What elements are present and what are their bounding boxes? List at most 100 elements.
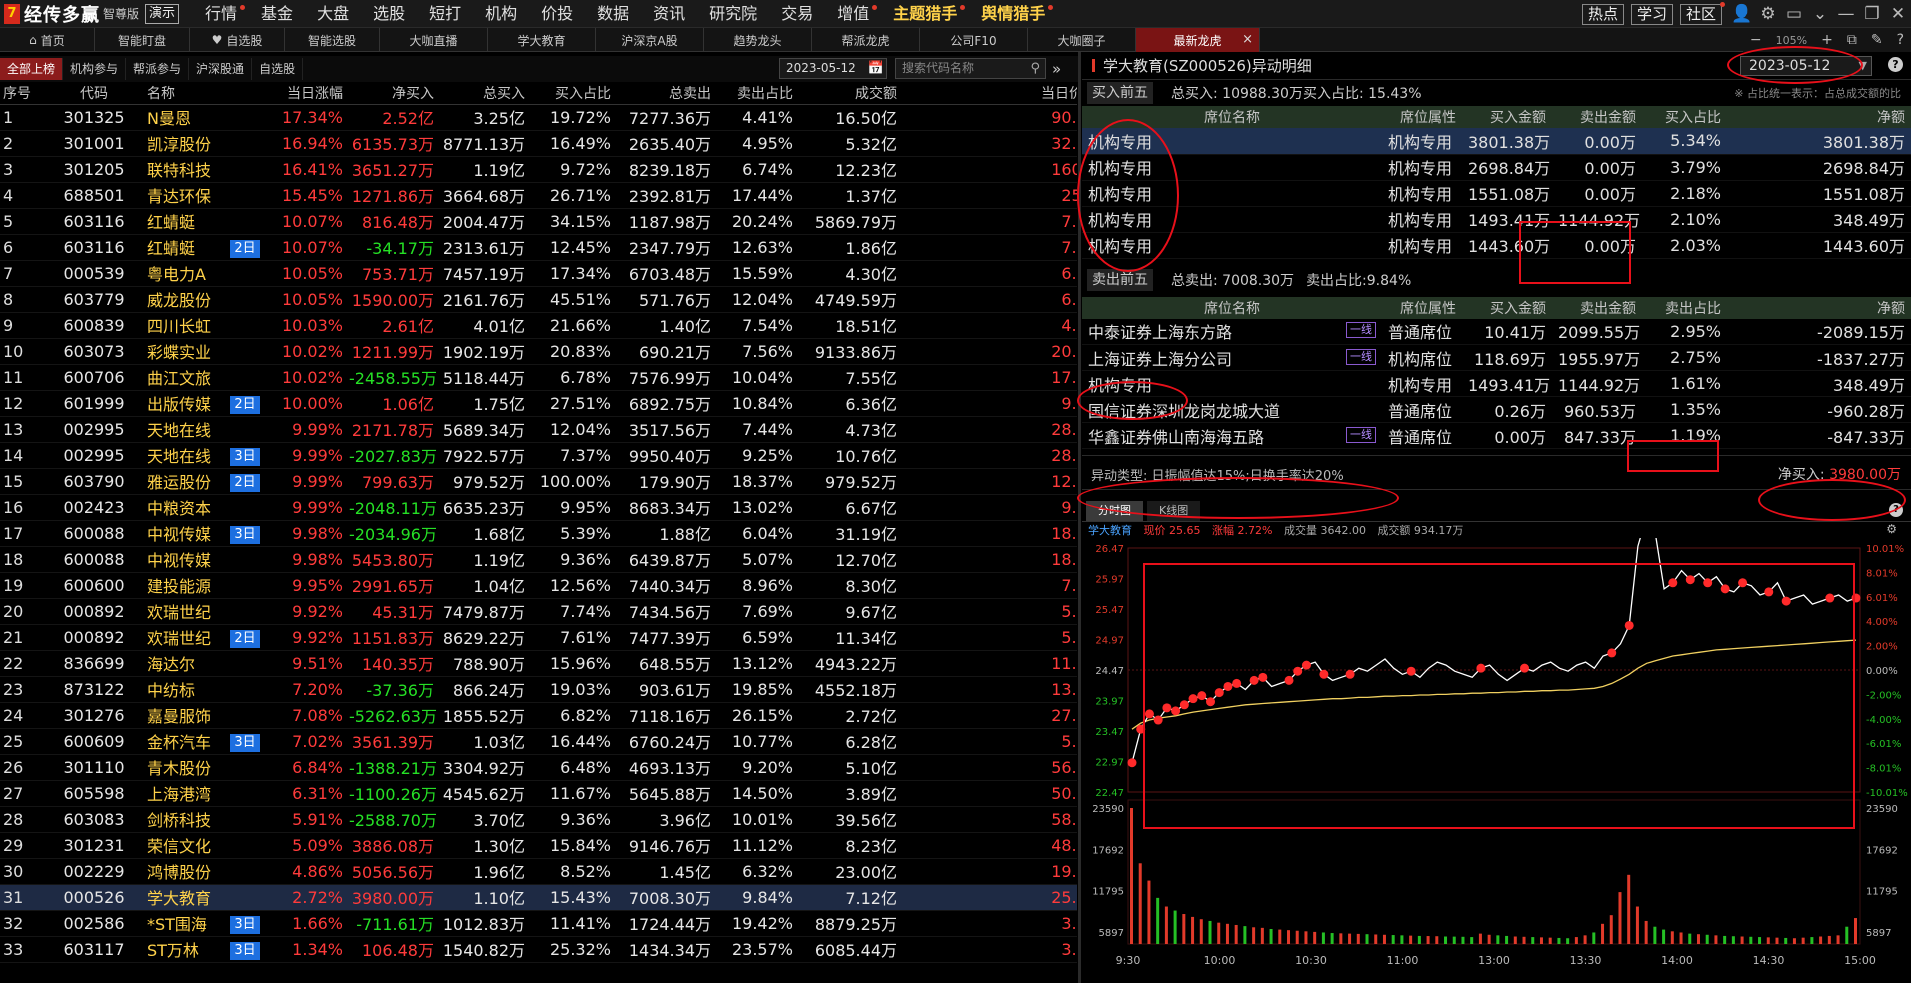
menu-item-12[interactable]: 主题猎手	[881, 0, 969, 28]
column-header-11[interactable]: 当日价格	[900, 82, 1077, 105]
table-row[interactable]: 7 000539 粤电力A 10.05% 753.71万 7457.19万 17.34% 67…	[0, 260, 1077, 287]
tab-kline[interactable]: K线图	[1147, 501, 1201, 521]
table-row[interactable]: 31 000526 学大教育 2.72% 3980.00万 1.10亿 15.43% 7008…	[0, 884, 1077, 911]
table-row[interactable]: 18 600088 中视传媒 9.98% 5453.80万 1.19亿 9.36% 6439.…	[0, 546, 1077, 573]
panel-splitter[interactable]	[1078, 52, 1081, 983]
filter-button-2[interactable]: 帮派参与	[126, 58, 190, 80]
menu-item-10[interactable]: 交易	[769, 0, 825, 28]
tab-3[interactable]: 智能选股	[285, 28, 380, 52]
table-row[interactable]: 24 301276 嘉曼服饰 7.08% -5262.63万 1855.52万 6.82% 7…	[0, 702, 1077, 729]
menu-item-3[interactable]: 选股	[361, 0, 417, 28]
menu-item-4[interactable]: 短打	[417, 0, 473, 28]
sell-seat-row[interactable]: 华鑫证券佛山南海海五路 一线 普通席位 0.00万 847.33万 1.19% -847.3…	[1082, 422, 1911, 449]
tab-intraday[interactable]: 分时图	[1086, 501, 1143, 521]
quick-button-0[interactable]: 热点	[1581, 3, 1624, 25]
buy-seat-row[interactable]: 机构专用 机构专用 1551.08万 0.00万 2.18% 1551.08万	[1082, 180, 1911, 207]
table-row[interactable]: 22 836699 海达尔 9.51% 140.35万 788.90万 15.96% 648.…	[0, 650, 1077, 677]
menu-item-11[interactable]: 增值	[825, 0, 881, 28]
menu-item-8[interactable]: 资讯	[641, 0, 697, 28]
column-header-7[interactable]: 买入占比	[528, 82, 614, 105]
sell-seat-row[interactable]: 国信证券深圳龙岗龙城大道 普通席位 0.26万 960.53万 1.35% -960.28…	[1082, 396, 1911, 423]
app-logo[interactable]: 7 经传多赢 智尊版 演示	[0, 0, 183, 28]
table-row[interactable]: 26 301110 青木股份 6.84% -1388.21万 3304.92万 6.48% 4…	[0, 754, 1077, 781]
column-header-10[interactable]: 成交额	[796, 82, 900, 105]
table-row[interactable]: 5 603116 红蜻蜓 10.07% 816.48万 2004.47万 34.15% 118…	[0, 208, 1077, 235]
column-header-0[interactable]: 序号	[0, 82, 44, 105]
table-row[interactable]: 6 603116 红蜻蜓 2日 10.07% -34.17万 2313.61万 12.45% 2…	[0, 234, 1077, 261]
user-icon[interactable]: 👤	[1729, 0, 1755, 28]
popout-icon[interactable]: ⧉	[1847, 32, 1857, 48]
calendar-icon[interactable]: 📅	[868, 59, 884, 78]
table-row[interactable]: 1 301325 N曼恩 17.34% 2.52亿 3.25亿 19.72% 7277.36万…	[0, 104, 1077, 131]
sell-seat-row[interactable]: 上海证券上海分公司 一线 机构席位 118.69万 1955.97万 2.75% -1837…	[1082, 344, 1911, 371]
filter-button-0[interactable]: 全部上榜	[0, 58, 64, 80]
menu-item-5[interactable]: 机构	[473, 0, 529, 28]
table-row[interactable]: 8 603779 威龙股份 10.05% 1590.00万 2161.76万 45.51% 5…	[0, 286, 1077, 313]
column-header-5[interactable]: 净买入	[346, 82, 437, 105]
sell-seat-row[interactable]: 机构专用 机构专用 1493.41万 1144.92万 1.61% 348.49万	[1082, 370, 1911, 397]
zoom-in-icon[interactable]: +	[1821, 32, 1833, 48]
table-row[interactable]: 9 600839 四川长虹 10.03% 2.61亿 4.01亿 21.66% 1.40亿 7.…	[0, 312, 1077, 339]
quick-button-2[interactable]: 社区	[1679, 1, 1725, 25]
table-row[interactable]: 32 002586 *ST围海 3日 1.66% -711.61万 1012.83万 11.4…	[0, 910, 1077, 937]
table-row[interactable]: 13 002995 天地在线 9.99% 2171.78万 5689.34万 12.04% 3…	[0, 416, 1077, 443]
column-header-6[interactable]: 总买入	[437, 82, 528, 105]
column-header-8[interactable]: 总卖出	[614, 82, 714, 105]
column-header-1[interactable]: 代码	[44, 82, 144, 105]
tab-10[interactable]: 大咖圈子	[1028, 28, 1136, 52]
table-row[interactable]: 21 000892 欢瑞世纪 2日 9.92% 1151.83万 8629.22万 7.61%…	[0, 624, 1077, 651]
buy-seat-row[interactable]: 机构专用 机构专用 1443.60万 0.00万 2.03% 1443.60万	[1082, 232, 1911, 259]
expand-icon[interactable]: »	[1052, 56, 1061, 82]
restore-icon[interactable]: ❐	[1859, 0, 1885, 28]
menu-item-0[interactable]: 行情	[193, 0, 249, 28]
column-header-4[interactable]: 当日涨幅	[264, 82, 346, 105]
window-layout-icon[interactable]: ▭	[1781, 0, 1807, 28]
tab-8[interactable]: 帮派龙虎	[812, 28, 920, 52]
table-row[interactable]: 17 600088 中视传媒 3日 9.98% -2034.96万 1.68亿 5.39% 1.…	[0, 520, 1077, 547]
filter-button-4[interactable]: 自选股	[252, 58, 304, 80]
pin-icon[interactable]: ✎	[1871, 32, 1883, 48]
detail-date-picker[interactable]: 2023-05-12 ▼	[1740, 56, 1872, 76]
menu-item-7[interactable]: 数据	[585, 0, 641, 28]
demo-badge[interactable]: 演示	[145, 3, 180, 24]
minimize-icon[interactable]: —	[1833, 0, 1859, 28]
menu-item-6[interactable]: 价投	[529, 0, 585, 28]
tab-0[interactable]: ⌂ 首页	[0, 28, 95, 52]
tab-2[interactable]: ♥ 自选股	[190, 28, 285, 52]
menu-item-1[interactable]: 基金	[249, 0, 305, 28]
table-row[interactable]: 29 301231 荣信文化 5.09% 3886.08万 1.30亿 15.84% 9146…	[0, 832, 1077, 859]
list-date-picker[interactable]: 2023-05-12 📅	[779, 58, 887, 79]
table-row[interactable]: 2 301001 凯淳股份 16.94% 6135.73万 8771.13万 16.49% 2…	[0, 130, 1077, 157]
chevron-down-icon[interactable]: ⌄	[1807, 0, 1833, 28]
chevron-down-icon[interactable]: ▼	[1859, 57, 1867, 75]
close-icon[interactable]: ✕	[1885, 0, 1911, 28]
table-row[interactable]: 11 600706 曲江文旅 10.02% -2458.55万 5118.44万 6.78%…	[0, 364, 1077, 391]
close-tab-icon[interactable]: ×	[1242, 32, 1253, 47]
tab-1[interactable]: 智能盯盘	[95, 28, 190, 52]
column-header-3[interactable]	[226, 82, 264, 105]
intraday-chart[interactable]: 26.47 25.97 25.47 24.97 24.47 23.97 23.47 22.97…	[1082, 538, 1911, 968]
tab-4[interactable]: 大咖直播	[380, 28, 488, 52]
menu-item-9[interactable]: 研究院	[697, 0, 769, 28]
help-icon[interactable]: ?	[1889, 503, 1903, 517]
gear-icon[interactable]: ⚙	[1755, 0, 1781, 28]
table-row[interactable]: 14 002995 天地在线 3日 9.99% -2027.83万 7922.57万 7.37…	[0, 442, 1077, 469]
search-input[interactable]: 搜索代码名称 ⚲	[895, 58, 1046, 79]
table-row[interactable]: 10 603073 彩蝶实业 10.02% 1211.99万 1902.19万 20.83%…	[0, 338, 1077, 365]
table-row[interactable]: 25 600609 金杯汽车 3日 7.02% 3561.39万 1.03亿 16.44% 67…	[0, 728, 1077, 755]
column-header-9[interactable]: 卖出占比	[714, 82, 796, 105]
table-row[interactable]: 15 603790 雅运股份 2日 9.99% 799.63万 979.52万 100.00%…	[0, 468, 1077, 495]
zoom-out-icon[interactable]: −	[1750, 32, 1762, 48]
tab-9[interactable]: 公司F10	[920, 28, 1028, 52]
filter-button-1[interactable]: 机构参与	[63, 58, 127, 80]
table-row[interactable]: 3 301205 联特科技 16.41% 3651.27万 1.19亿 9.72% 8239.…	[0, 156, 1077, 183]
tab-7[interactable]: 趋势龙头	[704, 28, 812, 52]
help-icon[interactable]: ?	[1888, 57, 1903, 72]
column-header-2[interactable]: 名称	[144, 82, 226, 105]
table-row[interactable]: 27 605598 上海港湾 6.31% -1100.26万 4545.62万 11.67%…	[0, 780, 1077, 807]
table-row[interactable]: 20 000892 欢瑞世纪 9.92% 45.31万 7479.87万 7.74% 7434…	[0, 598, 1077, 625]
gear-icon[interactable]: ⚙	[1886, 522, 1897, 536]
tab-6[interactable]: 沪深京A股	[596, 28, 704, 52]
help-icon[interactable]: ?	[1897, 32, 1904, 48]
search-icon[interactable]: ⚲	[1030, 59, 1040, 78]
